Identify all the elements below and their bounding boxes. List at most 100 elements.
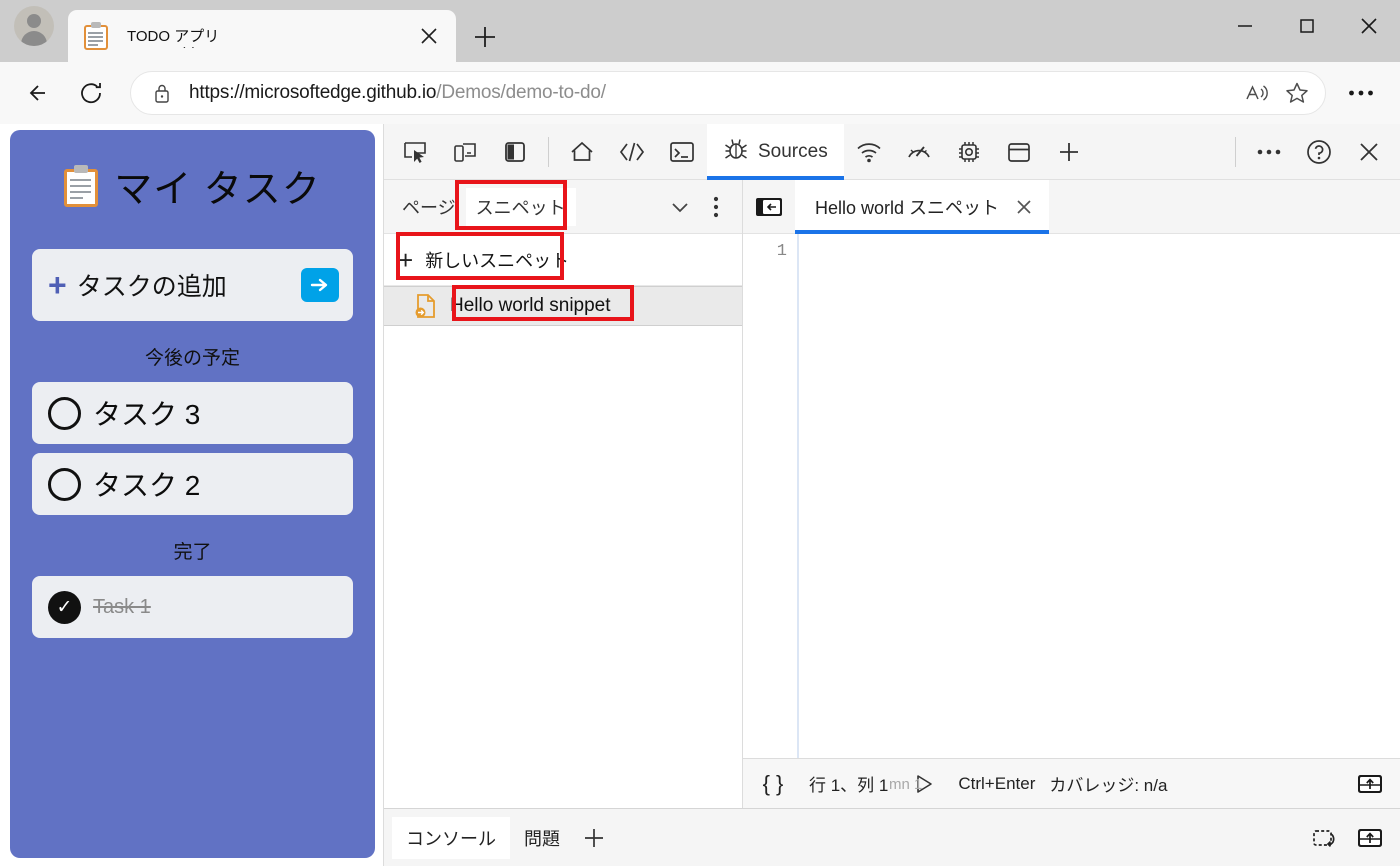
snippet-list-item[interactable]: Hello world snippet: [384, 286, 742, 326]
maximize-drawer-icon[interactable]: [1348, 818, 1392, 858]
editor-tab-close-icon[interactable]: [1011, 194, 1037, 220]
sources-navigator: ページ スニペット + 新しいスニペット Hello world snippet: [384, 180, 743, 808]
editor-tab-hello-world-snippet[interactable]: Hello world スニペット: [795, 179, 1050, 234]
devtools-toolbar: Sources: [384, 123, 1400, 180]
navigator-tab-snippets[interactable]: スニペット: [465, 187, 576, 226]
line-number-gutter: 1: [743, 234, 799, 758]
snippet-editor: Hello world スニペット 1 {} 1 行 1、列 1 Ctrl+E…: [743, 179, 1400, 808]
drawer-tab-console[interactable]: コンソール: [392, 816, 510, 859]
format-braces-glyph: { }: [762, 770, 784, 796]
toolbar-divider-right: [1235, 136, 1236, 167]
new-snippet-button[interactable]: + 新しいスニペット: [384, 234, 742, 286]
add-task-placeholder: タスクの追加: [76, 273, 227, 301]
devtools-drawer: コンソール 問題: [384, 808, 1400, 866]
inspect-element-icon[interactable]: [390, 127, 440, 177]
add-task-submit-button[interactable]: [301, 268, 339, 302]
browser-settings-ellipsis-icon[interactable]: [1338, 70, 1384, 116]
performance-gauge-icon[interactable]: [894, 127, 944, 177]
elements-code-icon[interactable]: [607, 127, 657, 177]
maximize-button[interactable]: [1276, 0, 1338, 52]
web-page-pane: マイ タスク + タスクの追加 今後の予定 タスク 3 タスク 2 完了 ✓ T…: [0, 124, 383, 866]
lock-icon: [149, 82, 175, 104]
console-icon[interactable]: [657, 127, 707, 177]
drawer-tab-issues[interactable]: 問題: [510, 817, 574, 859]
focus-mode-icon[interactable]: [490, 127, 540, 177]
device-toolbar-icon[interactable]: [440, 127, 490, 177]
snippet-file-icon: [414, 293, 438, 319]
page-and-devtools: マイ タスク + タスクの追加 今後の予定 タスク 3 タスク 2 完了 ✓ T…: [0, 123, 1400, 866]
task-label: Task 1: [93, 595, 151, 618]
snippet-name: Hello world snippet: [450, 295, 611, 316]
checkbox-unchecked-icon[interactable]: [48, 467, 81, 501]
navigator-tabs: ページ スニペット: [384, 180, 742, 234]
profile-button[interactable]: [0, 0, 68, 62]
clipboard-icon: [64, 164, 99, 207]
page-title: マイ タスク: [114, 169, 321, 211]
run-shortcut-label: Ctrl+Enter: [958, 773, 1036, 793]
code-editor-area[interactable]: 1: [743, 234, 1400, 758]
section-heading-upcoming: 今後の予定: [144, 348, 240, 369]
network-wifi-icon[interactable]: [844, 127, 894, 177]
url-input[interactable]: https://microsoftedge.github.io/Demos/de…: [130, 71, 1326, 115]
sources-panel: ページ スニペット + 新しいスニペット Hello world snippet…: [384, 179, 1400, 808]
plus-icon: +: [398, 244, 414, 275]
collapse-sidebar-icon[interactable]: [751, 192, 787, 222]
tab-title-wrap: TODO app TODO アプリ: [124, 21, 416, 51]
address-bar: https://microsoftedge.github.io/Demos/de…: [0, 62, 1400, 124]
code-content[interactable]: [799, 234, 1400, 758]
task-label: タスク 2: [93, 470, 201, 501]
devtools-panel: Sources ページ スニペット + 新しいスニペット Hello world…: [383, 123, 1400, 866]
tab-close-icon[interactable]: [416, 23, 442, 49]
more-vertical-icon[interactable]: [698, 189, 734, 225]
editor-tab-label: Hello world スニペット: [815, 197, 1000, 218]
devtools-more-options-ellipsis-icon[interactable]: [1244, 127, 1294, 177]
format-braces-icon[interactable]: { }: [753, 767, 793, 801]
clipboard-icon: [84, 22, 110, 50]
add-task-input[interactable]: + タスクの追加: [32, 249, 353, 321]
cursor-position: Line 1, Column 1 行 1、列 1: [807, 771, 922, 796]
devtools-close-icon[interactable]: [1344, 127, 1394, 177]
back-button[interactable]: [16, 70, 62, 116]
memory-chip-icon[interactable]: [944, 127, 994, 177]
restore-drawer-icon[interactable]: [1304, 818, 1348, 858]
plus-icon: +: [48, 267, 67, 303]
url-path: /Demos/demo-to-do/: [436, 82, 606, 103]
star-icon[interactable]: [1277, 73, 1317, 113]
url-text: https://microsoftedge.github.io/Demos/de…: [189, 82, 1237, 104]
tab-sources[interactable]: Sources: [707, 123, 844, 180]
todo-header: マイ タスク: [32, 158, 353, 213]
upload-override-icon[interactable]: [1350, 767, 1390, 801]
editor-status-bar: { } Line 1, Column 1 行 1、列 1 Ctrl+Enter …: [743, 758, 1400, 808]
avatar: [14, 6, 54, 46]
url-domain: https://microsoftedge.github.io: [189, 82, 437, 103]
tab-sources-label: Sources: [758, 140, 828, 162]
close-window-button[interactable]: [1338, 0, 1400, 52]
add-tool-plus-icon[interactable]: [1044, 127, 1094, 177]
navigator-tab-page[interactable]: ページ: [392, 188, 466, 226]
coverage-label: カバレッジ: n/a: [1049, 776, 1168, 795]
task-item[interactable]: タスク 3: [32, 382, 353, 444]
todo-app: マイ タスク + タスクの追加 今後の予定 タスク 3 タスク 2 完了 ✓ T…: [10, 130, 375, 858]
title-bar: TODO app TODO アプリ: [0, 0, 1400, 62]
minimize-button[interactable]: [1214, 0, 1276, 52]
new-snippet-label: 新しいスニペット: [425, 250, 570, 271]
cursor-position-localized: 行 1、列 1: [807, 776, 891, 795]
toolbar-divider: [548, 136, 549, 167]
home-icon[interactable]: [557, 127, 607, 177]
browser-tab[interactable]: TODO app TODO アプリ: [68, 10, 456, 62]
drawer-add-tool-plus-icon[interactable]: [574, 818, 614, 858]
checkbox-checked-icon[interactable]: ✓: [48, 590, 81, 624]
editor-tab-bar: Hello world スニペット: [743, 179, 1400, 234]
task-item[interactable]: タスク 2: [32, 453, 353, 515]
help-question-icon[interactable]: [1294, 127, 1344, 177]
new-tab-button[interactable]: [464, 16, 506, 58]
read-aloud-icon[interactable]: [1237, 73, 1277, 113]
application-window-icon[interactable]: [994, 127, 1044, 177]
checkbox-unchecked-icon[interactable]: [48, 396, 81, 430]
bug-icon: [723, 137, 749, 167]
task-item-completed[interactable]: ✓ Task 1: [32, 576, 353, 638]
chevron-down-icon[interactable]: [662, 189, 698, 225]
reload-button[interactable]: [68, 70, 114, 116]
browser-window: TODO app TODO アプリ: [0, 0, 1400, 866]
section-heading-completed: 完了: [173, 542, 212, 563]
